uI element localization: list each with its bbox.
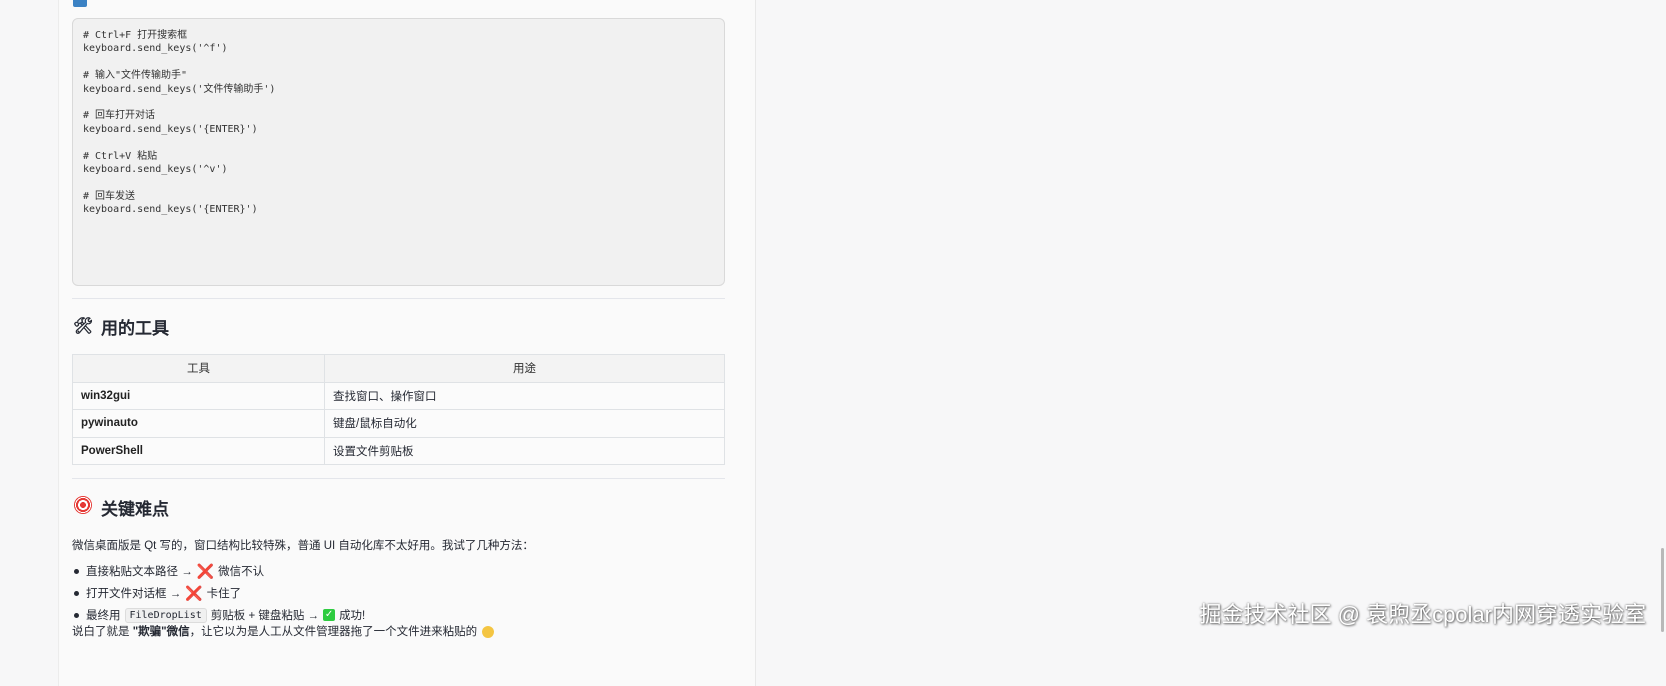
method-result: 微信不认 (218, 566, 265, 578)
cross-icon: ❌ (185, 584, 203, 601)
list-item: 直接粘贴文本路径 → ❌ 微信不认 (72, 560, 365, 582)
tools-icon: 🛠 (73, 318, 94, 335)
heading-icon (73, 0, 87, 7)
table-row: PowerShell 设置文件剪贴板 (72, 436, 725, 465)
difficulty-heading: 关键难点 (73, 495, 169, 519)
code-line: keyboard.send_keys('^v') (83, 163, 228, 175)
code-line: keyboard.send_keys('文件传输助手') (83, 83, 276, 95)
method-text: 直接粘贴文本路径 → (86, 566, 193, 578)
code-line: # 回车发送 (83, 190, 136, 202)
table-row: win32gui 查找窗口、操作窗口 (72, 381, 725, 410)
tools-heading-text: 用的工具 (101, 318, 169, 338)
list-item: 打开文件对话框 → ❌ 卡住了 (72, 582, 365, 604)
method-prefix: 最终用 (86, 610, 121, 622)
inline-code: FileDropList (124, 607, 207, 623)
code-line: keyboard.send_keys('{ENTER}') (83, 204, 258, 216)
tools-heading: 🛠 用的工具 (73, 314, 169, 338)
summary-rest: ，让它以为是人工从文件管理器拖了一个文件进来粘贴的 (189, 626, 481, 638)
table-header-row: 工具 用途 (72, 354, 725, 383)
table-header-usage: 用途 (324, 354, 725, 383)
summary-bold: "欺骗"微信 (132, 626, 190, 638)
summary-paragraph: 说白了就是 "欺骗"微信，让它以为是人工从文件管理器拖了一个文件进来粘贴的 (72, 623, 495, 639)
code-line: # Ctrl+V 粘贴 (83, 150, 158, 162)
tool-name: win32gui (72, 381, 325, 410)
code-line: # 输入"文件传输助手" (83, 70, 188, 82)
scrollbar[interactable] (1661, 548, 1664, 632)
table-header-tool: 工具 (72, 354, 325, 383)
divider (72, 478, 725, 479)
code-line: keyboard.send_keys('^f') (83, 43, 228, 55)
cross-icon: ❌ (196, 562, 215, 579)
tool-name: pywinauto (72, 409, 325, 438)
code-line: keyboard.send_keys('{ENTER}') (83, 123, 258, 135)
table-row: pywinauto 键盘/鼠标自动化 (72, 409, 725, 438)
difficulty-intro: 微信桌面版是 Qt 写的，窗口结构比较特殊，普通 UI 自动化库不太好用。我试了… (72, 540, 534, 552)
code-line: # Ctrl+F 打开搜索框 (83, 30, 188, 41)
tool-usage: 查找窗口、操作窗口 (324, 381, 725, 410)
code-block: # Ctrl+F 打开搜索框 keyboard.send_keys('^f') # … (72, 18, 725, 286)
divider (72, 298, 725, 299)
methods-list: 直接粘贴文本路径 → ❌ 微信不认 打开文件对话框 → ❌ 卡住了 最终用 Fi… (72, 560, 365, 626)
smile-emoji-icon (482, 625, 495, 638)
method-result: 成功! (339, 610, 366, 622)
method-result: 卡住了 (206, 588, 242, 600)
tool-usage: 键盘/鼠标自动化 (324, 409, 725, 438)
difficulty-heading-text: 关键难点 (101, 499, 169, 519)
check-icon: ✓ (323, 609, 336, 621)
tool-usage: 设置文件剪贴板 (324, 436, 725, 465)
method-text: 打开文件对话框 → (86, 588, 182, 600)
watermark: 掘金技术社区 @ 袁煦丞cpolar内网穿透实验室 (1199, 602, 1646, 627)
tool-name: PowerShell (72, 436, 325, 465)
summary-prefix: 说白了就是 (72, 626, 133, 638)
target-icon (73, 495, 93, 519)
method-text: 剪贴板 + 键盘粘贴 → (210, 610, 320, 622)
tools-table: 工具 用途 win32gui 查找窗口、操作窗口 pywinauto 键盘/鼠标… (72, 354, 725, 465)
code-line: # 回车打开对话 (83, 110, 156, 122)
